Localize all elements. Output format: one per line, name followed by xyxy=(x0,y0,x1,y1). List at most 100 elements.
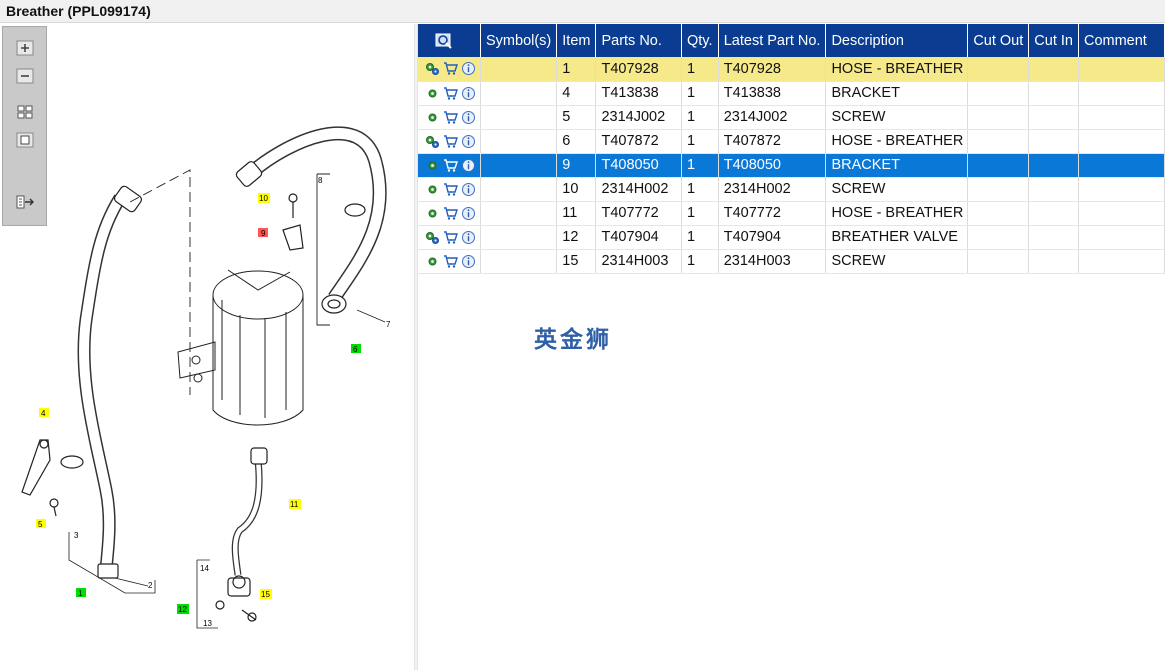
cell-qty: 1 xyxy=(681,249,719,274)
cell-latest-part-no: 2314J002 xyxy=(718,105,827,130)
table-row[interactable]: 15 2314H003 1 2314H003 SCREW xyxy=(418,249,1165,274)
cell-qty: 1 xyxy=(681,153,719,178)
fit-page-button[interactable] xyxy=(15,103,35,121)
callout-13: 13 xyxy=(203,619,212,628)
table-row[interactable]: 9 T408050 1 T408050 BRACKET xyxy=(418,153,1165,178)
info-icon[interactable] xyxy=(461,254,476,269)
cart-icon[interactable] xyxy=(443,254,458,269)
cart-icon[interactable] xyxy=(443,206,458,221)
cell-cut-in xyxy=(1028,249,1079,274)
cell-description: BRACKET xyxy=(825,153,969,178)
column-header-cut-in[interactable]: Cut In xyxy=(1028,24,1079,57)
gear-icon[interactable] xyxy=(425,182,440,197)
cell-cut-out xyxy=(967,201,1030,226)
actual-size-button[interactable] xyxy=(15,131,35,149)
cell-cut-out xyxy=(967,57,1030,82)
table-row[interactable]: 1 T407928 1 T407928 HOSE - BREATHER xyxy=(418,57,1165,82)
cart-icon[interactable] xyxy=(443,230,458,245)
table-row[interactable]: 5 2314J002 1 2314J002 SCREW xyxy=(418,105,1165,130)
table-row[interactable]: 12 T407904 1 T407904 BREATHER VALVE xyxy=(418,225,1165,250)
cell-latest-part-no: T413838 xyxy=(718,81,827,106)
info-icon[interactable] xyxy=(461,158,476,173)
cart-icon[interactable] xyxy=(443,86,458,101)
cell-item: 11 xyxy=(556,201,597,226)
column-header-qty[interactable]: Qty. xyxy=(681,24,719,57)
cell-comment xyxy=(1078,225,1165,250)
column-header-description[interactable]: Description xyxy=(825,24,969,57)
cell-latest-part-no: T407904 xyxy=(718,225,827,250)
actual-size-icon xyxy=(16,132,34,148)
table-row[interactable]: 11 T407772 1 T407772 HOSE - BREATHER xyxy=(418,201,1165,226)
gear-icon[interactable] xyxy=(425,206,440,221)
row-actions xyxy=(418,81,481,106)
cell-cut-in xyxy=(1028,153,1079,178)
cell-cut-out xyxy=(967,249,1030,274)
cell-qty: 1 xyxy=(681,57,719,82)
interchange-gears-icon[interactable] xyxy=(425,61,440,76)
column-header-symbols[interactable]: Symbol(s) xyxy=(480,24,558,57)
cell-cut-in xyxy=(1028,177,1079,202)
info-icon[interactable] xyxy=(461,110,476,125)
cell-latest-part-no: 2314H002 xyxy=(718,177,827,202)
info-icon[interactable] xyxy=(461,86,476,101)
diagram-pane[interactable]: 10 9 8 7 6 4 5 3 2 1 11 14 12 13 15 xyxy=(0,24,414,670)
info-icon[interactable] xyxy=(461,182,476,197)
window-title: Breather (PPL099174) xyxy=(6,3,151,19)
cart-icon[interactable] xyxy=(443,110,458,125)
callout-14: 14 xyxy=(200,564,209,573)
row-actions xyxy=(418,177,481,202)
cart-icon[interactable] xyxy=(443,134,458,149)
interchange-gears-icon[interactable] xyxy=(425,134,440,149)
cell-symbols xyxy=(480,177,558,202)
row-actions xyxy=(418,201,481,226)
cell-parts-no: 2314H003 xyxy=(595,249,682,274)
zoom-out-icon xyxy=(16,68,34,84)
cell-item: 12 xyxy=(556,225,597,250)
column-header-cut-out[interactable]: Cut Out xyxy=(967,24,1030,57)
gear-icon[interactable] xyxy=(425,254,440,269)
cell-cut-out xyxy=(967,225,1030,250)
cell-symbols xyxy=(480,153,558,178)
cell-symbols xyxy=(480,201,558,226)
cell-cut-in xyxy=(1028,201,1079,226)
cart-icon[interactable] xyxy=(443,158,458,173)
zoom-in-button[interactable] xyxy=(15,39,35,57)
row-actions xyxy=(418,153,481,178)
callout-7: 7 xyxy=(386,320,391,329)
info-icon[interactable] xyxy=(461,230,476,245)
cell-comment xyxy=(1078,105,1165,130)
table-row[interactable]: 10 2314H002 1 2314H002 SCREW xyxy=(418,177,1165,202)
export-button[interactable] xyxy=(15,193,35,211)
gear-icon[interactable] xyxy=(425,110,440,125)
cell-description: SCREW xyxy=(825,249,969,274)
callout-5: 5 xyxy=(38,520,43,529)
column-header-comment[interactable]: Comment xyxy=(1078,24,1165,57)
cell-description: BRACKET xyxy=(825,81,969,106)
gear-icon[interactable] xyxy=(425,86,440,101)
info-icon[interactable] xyxy=(461,206,476,221)
row-actions xyxy=(418,105,481,130)
cell-cut-in xyxy=(1028,129,1079,154)
interchange-gears-icon[interactable] xyxy=(425,230,440,245)
info-icon[interactable] xyxy=(461,61,476,76)
info-icon[interactable] xyxy=(461,134,476,149)
cell-symbols xyxy=(480,129,558,154)
gear-icon[interactable] xyxy=(425,158,440,173)
column-header-search[interactable] xyxy=(418,24,481,57)
table-row[interactable]: 4 T413838 1 T413838 BRACKET xyxy=(418,81,1165,106)
cell-cut-out xyxy=(967,105,1030,130)
column-header-item[interactable]: Item xyxy=(556,24,597,57)
cell-latest-part-no: T407772 xyxy=(718,201,827,226)
column-header-latest-part-no[interactable]: Latest Part No. xyxy=(718,24,827,57)
table-header-row: Symbol(s) Item Parts No. Qty. Latest Par… xyxy=(418,24,1165,57)
column-header-parts-no[interactable]: Parts No. xyxy=(595,24,682,57)
cart-icon[interactable] xyxy=(443,61,458,76)
zoom-out-button[interactable] xyxy=(15,67,35,85)
cell-cut-in xyxy=(1028,81,1079,106)
cart-icon[interactable] xyxy=(443,182,458,197)
table-row[interactable]: 6 T407872 1 T407872 HOSE - BREATHER xyxy=(418,129,1165,154)
cell-cut-out xyxy=(967,177,1030,202)
diagram-toolbar xyxy=(2,26,47,226)
cell-comment xyxy=(1078,201,1165,226)
cell-item: 5 xyxy=(556,105,597,130)
